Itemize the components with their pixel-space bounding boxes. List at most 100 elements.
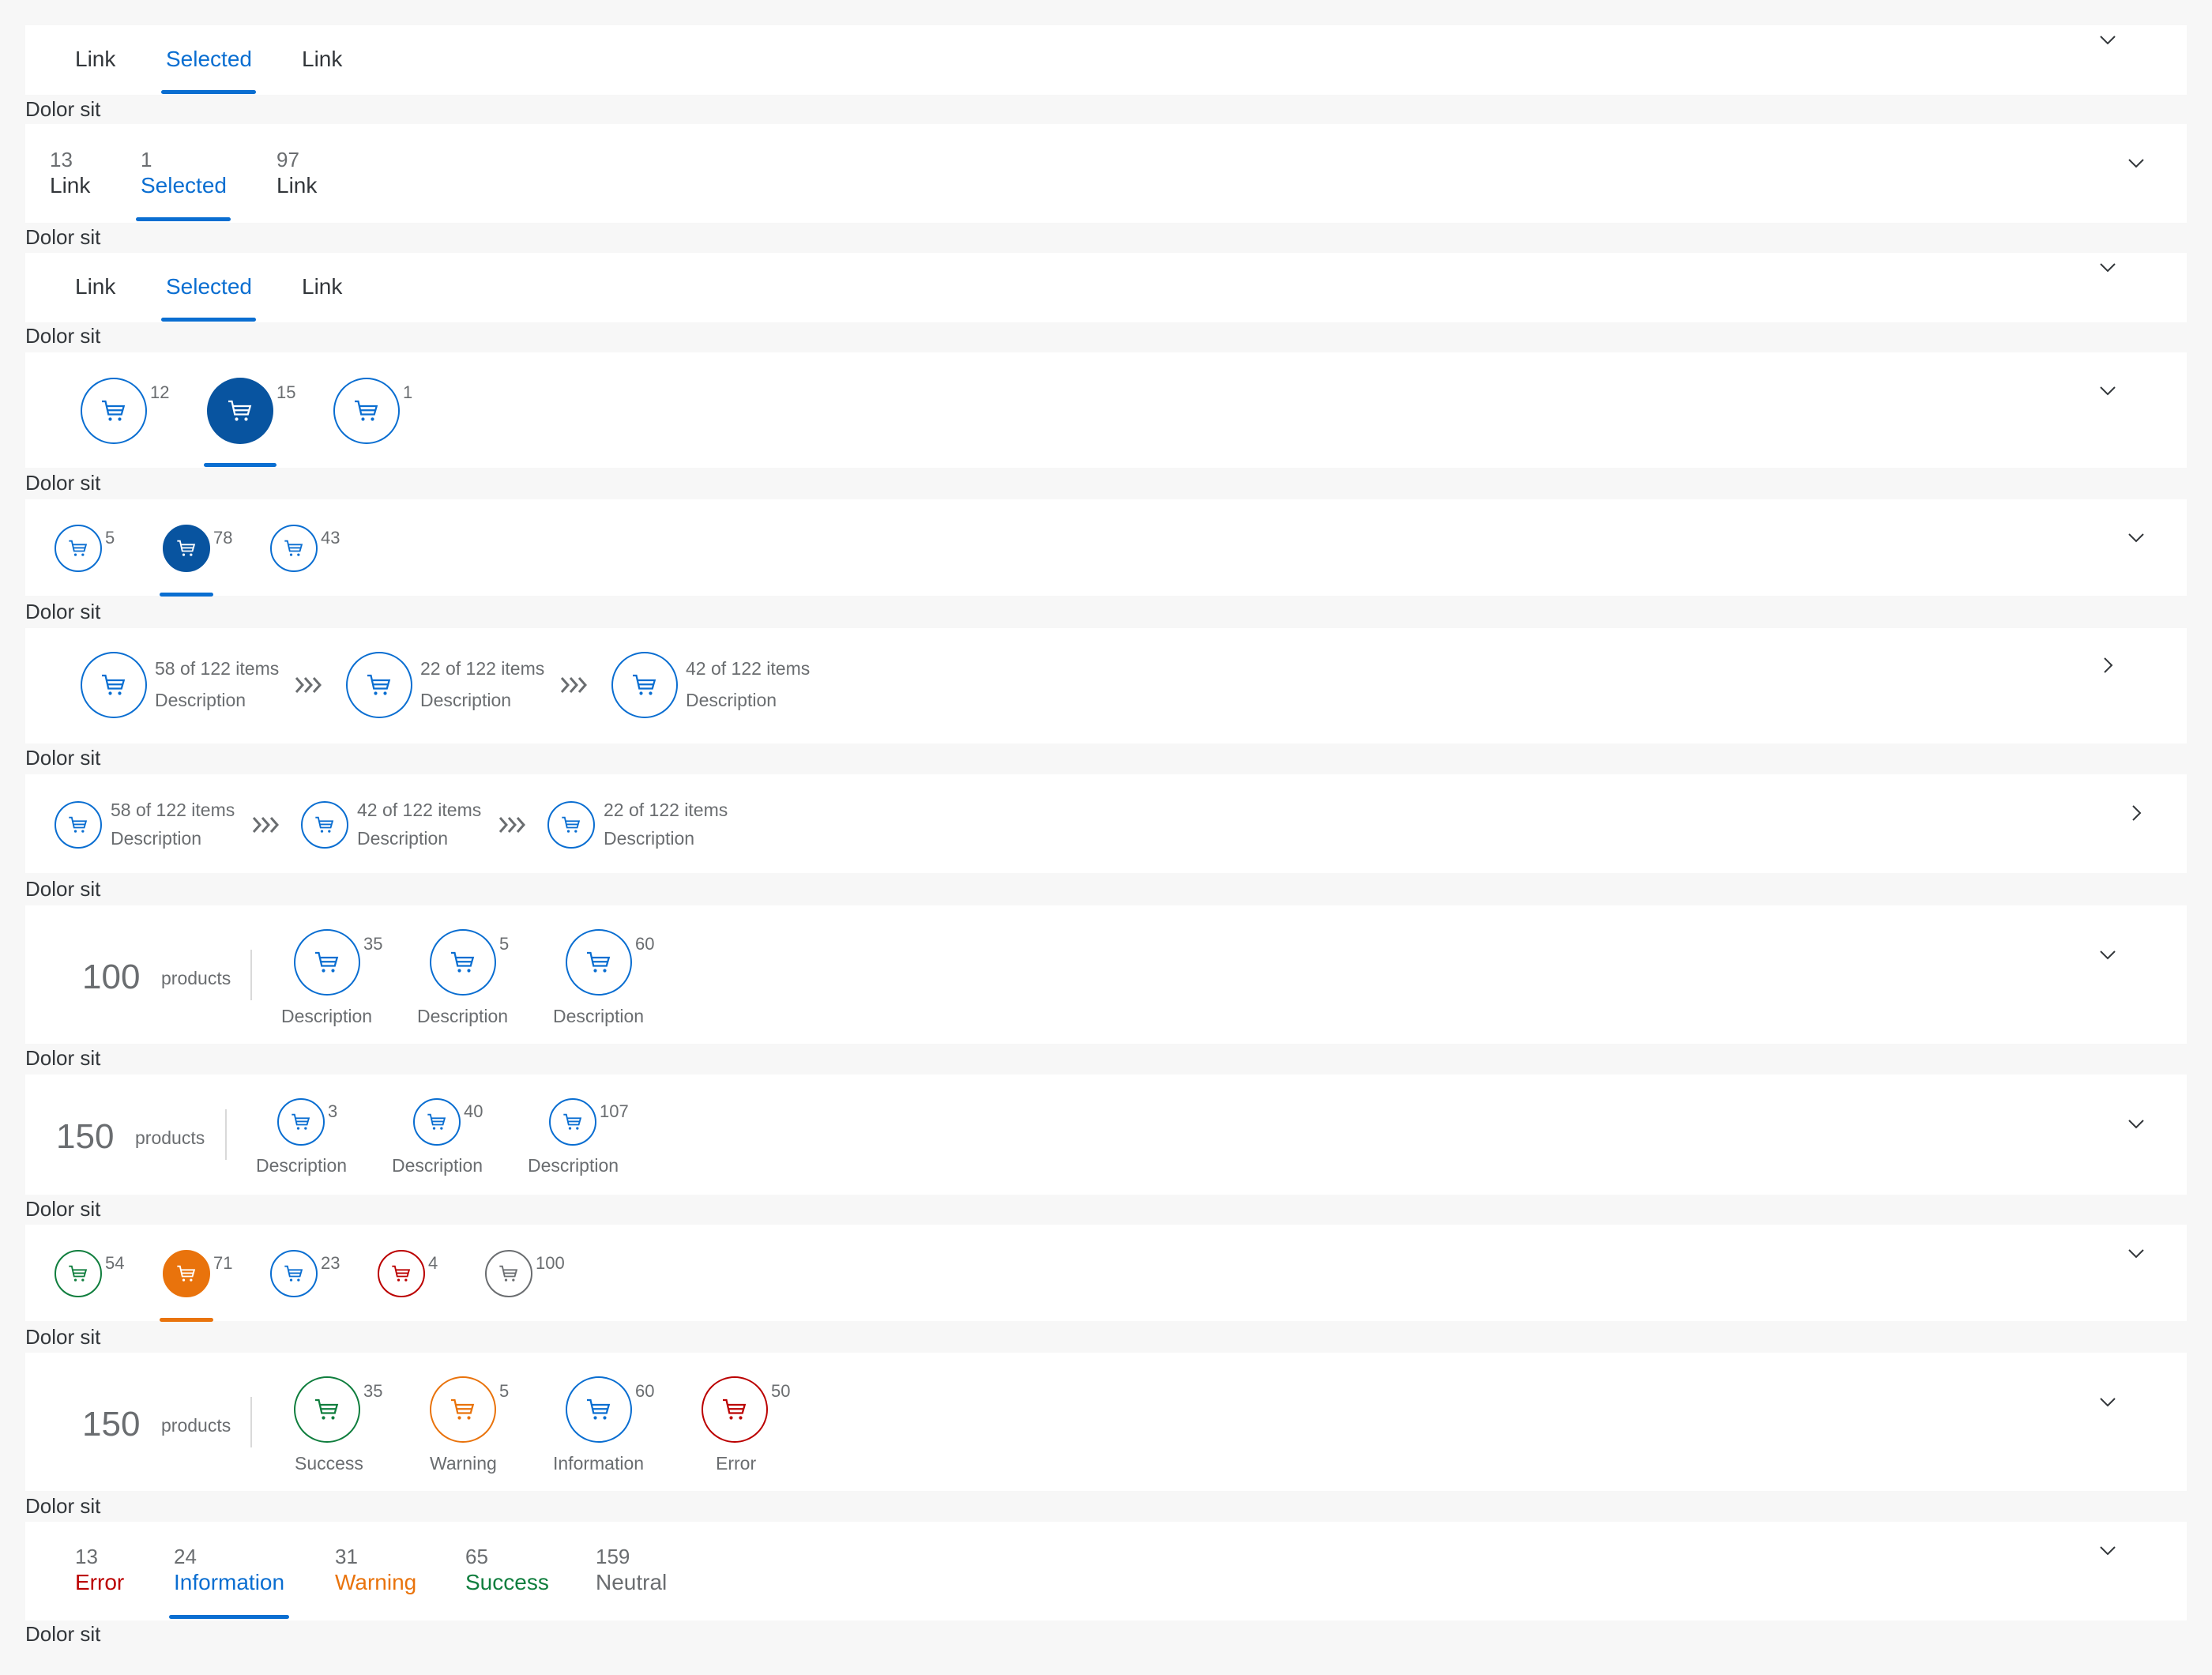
tab-neutral[interactable]: 159 Neutral xyxy=(596,1544,667,1596)
item-description: Description xyxy=(392,1155,483,1176)
chevron-down-icon[interactable] xyxy=(2124,1240,2149,1266)
cart-icon[interactable] xyxy=(346,652,412,718)
item-count: 78 xyxy=(213,528,233,548)
tab-count: 65 xyxy=(465,1545,488,1568)
item-count: 43 xyxy=(321,528,340,548)
cart-icon[interactable] xyxy=(163,1250,210,1297)
tab-label: Selected xyxy=(141,173,227,198)
cart-icon[interactable] xyxy=(378,1250,425,1297)
section-caption: Dolor sit xyxy=(25,471,101,495)
item-description: Warning xyxy=(430,1453,497,1474)
tab-information[interactable]: 24 Information xyxy=(174,1544,284,1596)
cart-icon[interactable] xyxy=(55,525,102,572)
cart-icon[interactable] xyxy=(430,929,496,996)
tab-label: Link xyxy=(302,47,343,71)
cart-icon[interactable] xyxy=(294,1376,360,1443)
tab-link[interactable]: Link xyxy=(302,46,342,73)
item-count: 23 xyxy=(321,1253,340,1273)
cart-icon[interactable] xyxy=(611,652,678,718)
tab-label: Success xyxy=(465,1570,549,1594)
cart-icon[interactable] xyxy=(549,1098,596,1146)
step-count: 22 of 122 items xyxy=(604,800,728,820)
cart-icon[interactable] xyxy=(702,1376,768,1443)
cart-icon[interactable] xyxy=(413,1098,461,1146)
cart-icon[interactable] xyxy=(430,1376,496,1443)
section-caption: Dolor sit xyxy=(25,1622,101,1646)
cart-icon[interactable] xyxy=(55,801,102,849)
cart-icon[interactable] xyxy=(270,525,318,572)
section-caption: Dolor sit xyxy=(25,877,101,901)
cart-icon[interactable] xyxy=(81,378,147,444)
tab-label: Link xyxy=(50,173,91,198)
cart-icon[interactable] xyxy=(566,1376,632,1443)
cart-icon[interactable] xyxy=(566,929,632,996)
step-count: 58 of 122 items xyxy=(111,800,235,820)
selected-tab-underline xyxy=(161,318,256,322)
chevron-down-icon[interactable] xyxy=(2124,150,2149,175)
tab-link[interactable]: Link xyxy=(75,46,115,73)
chevron-right-icon[interactable] xyxy=(2095,653,2120,678)
item-count: 35 xyxy=(363,934,383,954)
cart-icon[interactable] xyxy=(547,801,595,849)
chevron-down-icon[interactable] xyxy=(2095,942,2120,967)
cart-icon[interactable] xyxy=(81,652,147,718)
item-count: 4 xyxy=(428,1253,438,1273)
tab-link[interactable]: Link xyxy=(75,273,115,300)
total-count: 150 xyxy=(82,1405,141,1444)
chevron-down-icon[interactable] xyxy=(2124,525,2149,550)
item-description: Description xyxy=(417,1006,509,1026)
item-description: Description xyxy=(528,1155,619,1176)
step-count: 42 of 122 items xyxy=(357,800,482,820)
cart-icon[interactable] xyxy=(163,525,210,572)
tab-success[interactable]: 65 Success xyxy=(465,1544,549,1596)
tab-error[interactable]: 13 Error xyxy=(75,1544,124,1596)
cart-icon[interactable] xyxy=(277,1098,325,1146)
cart-icon[interactable] xyxy=(207,378,273,444)
tab-count: 97 xyxy=(276,148,299,171)
chevron-right-icon[interactable] xyxy=(2124,800,2149,826)
total-unit: products xyxy=(135,1127,205,1148)
item-description: Information xyxy=(553,1453,645,1474)
tab-count: 1 xyxy=(141,148,152,171)
item-count: 60 xyxy=(635,1381,655,1401)
tab-warning[interactable]: 31 Warning xyxy=(335,1544,416,1596)
total-bar-2 xyxy=(25,1075,2187,1195)
tab-selected[interactable]: Selected xyxy=(166,46,252,73)
section-caption: Dolor sit xyxy=(25,746,101,770)
tab-count: 24 xyxy=(174,1545,197,1568)
cart-icon[interactable] xyxy=(270,1250,318,1297)
total-count: 150 xyxy=(56,1117,115,1156)
step-description: Description xyxy=(420,690,512,710)
tab-selected[interactable]: 1 Selected xyxy=(141,147,227,199)
selected-tab-underline xyxy=(160,593,213,597)
chevron-down-icon[interactable] xyxy=(2095,1389,2120,1414)
cart-icon[interactable] xyxy=(333,378,400,444)
tab-link[interactable]: Link xyxy=(302,273,342,300)
triple-chevron-icon xyxy=(294,673,324,701)
chevron-down-icon[interactable] xyxy=(2124,1111,2149,1136)
chevron-down-icon[interactable] xyxy=(2095,254,2120,280)
cart-icon[interactable] xyxy=(301,801,348,849)
step-count: 22 of 122 items xyxy=(420,658,545,679)
chevron-down-icon[interactable] xyxy=(2095,27,2120,52)
tab-link[interactable]: 97 Link xyxy=(276,147,317,199)
item-count: 15 xyxy=(276,382,296,402)
tab-label: Selected xyxy=(166,274,252,299)
item-count: 60 xyxy=(635,934,655,954)
item-count: 1 xyxy=(403,382,413,402)
item-count: 50 xyxy=(771,1381,791,1401)
item-count: 12 xyxy=(150,382,170,402)
item-count: 100 xyxy=(536,1253,565,1273)
tab-label: Warning xyxy=(335,1570,417,1594)
tab-link[interactable]: 13 Link xyxy=(50,147,90,199)
cart-icon[interactable] xyxy=(294,929,360,996)
chevron-down-icon[interactable] xyxy=(2095,1538,2120,1563)
tab-selected[interactable]: Selected xyxy=(166,273,252,300)
section-caption: Dolor sit xyxy=(25,1325,101,1349)
item-count: 35 xyxy=(363,1381,383,1401)
chevron-down-icon[interactable] xyxy=(2095,378,2120,403)
section-caption: Dolor sit xyxy=(25,600,101,623)
step-description: Description xyxy=(357,828,449,849)
cart-icon[interactable] xyxy=(55,1250,102,1297)
cart-icon[interactable] xyxy=(485,1250,532,1297)
